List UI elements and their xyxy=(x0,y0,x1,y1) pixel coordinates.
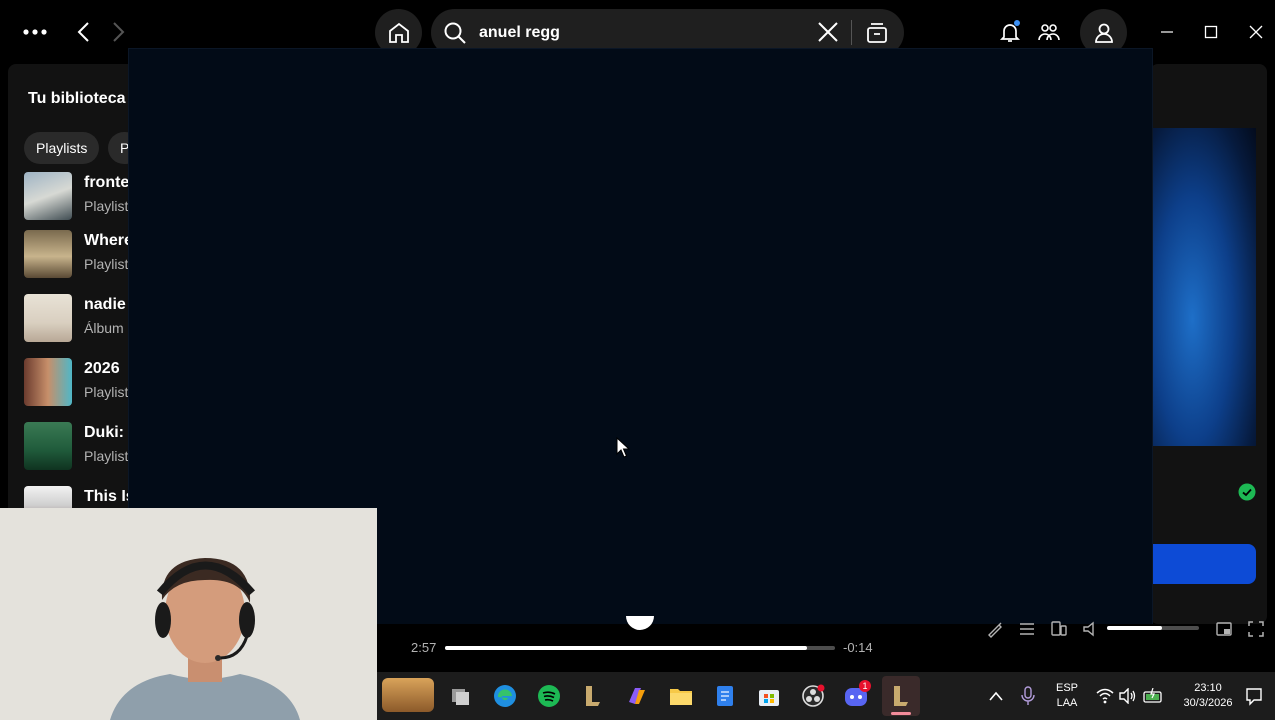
volume-fill xyxy=(1107,626,1163,630)
saved-check-icon[interactable] xyxy=(1238,483,1256,501)
wifi-icon[interactable] xyxy=(1096,688,1114,704)
progress-fill xyxy=(445,646,807,650)
search-divider xyxy=(851,20,852,45)
library-item-type: Playlist xyxy=(84,198,129,214)
clock-time: 23:10 xyxy=(1194,682,1222,694)
keyboard-layout: LAA xyxy=(1056,697,1078,709)
elapsed-time: 2:57 xyxy=(411,640,437,655)
discord-badge: 1 xyxy=(859,680,871,692)
webcam-overlay xyxy=(0,508,377,720)
volume-slider[interactable] xyxy=(1107,626,1199,630)
clock-date: 30/3/2026 xyxy=(1183,697,1233,709)
user-icon xyxy=(1093,22,1115,44)
webcam-person-image xyxy=(0,508,377,720)
notifications-icon[interactable] xyxy=(998,20,1022,44)
progress-bar[interactable] xyxy=(445,646,835,650)
mini-player-icon[interactable] xyxy=(1215,620,1233,638)
browse-icon[interactable] xyxy=(865,21,889,45)
clock[interactable]: 23:10 30/3/2026 xyxy=(1176,681,1240,711)
battery-icon[interactable] xyxy=(1143,688,1165,704)
language-code: ESP xyxy=(1055,682,1078,694)
task-view-icon[interactable] xyxy=(445,680,477,712)
fullscreen-icon[interactable] xyxy=(1247,620,1265,638)
minimize-icon[interactable] xyxy=(1160,25,1174,39)
microsoft-store-icon[interactable] xyxy=(753,680,785,712)
now-playing-banner[interactable] xyxy=(1150,544,1256,584)
spotify-icon[interactable] xyxy=(533,680,565,712)
library-item-name: 2026 xyxy=(84,360,120,377)
mouse-cursor-icon xyxy=(616,437,630,459)
more-options-icon[interactable] xyxy=(22,22,48,42)
file-explorer-icon[interactable] xyxy=(665,680,697,712)
library-title[interactable]: Tu biblioteca xyxy=(28,90,125,108)
queue-icon[interactable] xyxy=(1018,620,1036,638)
widgets-button[interactable] xyxy=(382,678,434,712)
friend-activity-icon[interactable] xyxy=(1037,20,1061,44)
chip-playlists[interactable]: Playlists xyxy=(24,132,100,164)
playlist-cover xyxy=(24,358,72,406)
obs-icon[interactable] xyxy=(797,680,829,712)
chevron-up-icon[interactable] xyxy=(988,689,1004,703)
playlist-cover xyxy=(24,422,72,470)
playlist-cover xyxy=(24,230,72,278)
now-playing-view-icon[interactable] xyxy=(986,620,1004,638)
search-icon xyxy=(443,21,467,45)
copilot-icon[interactable] xyxy=(621,680,653,712)
notification-center-icon[interactable] xyxy=(1245,686,1263,706)
now-playing-panel xyxy=(1150,64,1267,624)
microphone-icon[interactable] xyxy=(1020,686,1036,706)
forward-arrow-icon[interactable] xyxy=(108,21,128,43)
back-arrow-icon[interactable] xyxy=(74,21,94,43)
discord-icon[interactable]: 1 xyxy=(841,680,873,712)
league-game-icon[interactable] xyxy=(882,676,920,716)
album-cover xyxy=(24,294,72,342)
speaker-icon[interactable] xyxy=(1119,688,1137,704)
play-pause-button[interactable] xyxy=(626,616,654,630)
language-indicator[interactable]: ESP LAA xyxy=(1050,681,1084,711)
close-window-icon[interactable] xyxy=(1249,25,1263,39)
library-item-name: nadie xyxy=(84,296,126,313)
now-playing-artwork xyxy=(1150,128,1256,446)
league-client-icon[interactable] xyxy=(577,680,609,712)
maximize-icon[interactable] xyxy=(1204,25,1218,39)
volume-icon[interactable] xyxy=(1082,620,1100,638)
library-item-name: Where xyxy=(84,232,133,249)
active-indicator xyxy=(891,712,911,715)
library-item-type: Playlist xyxy=(84,256,129,272)
playlist-cover xyxy=(24,172,72,220)
library-item-type: Playlist xyxy=(84,448,129,464)
home-icon xyxy=(387,21,411,45)
remaining-time: -0:14 xyxy=(843,640,873,655)
notepad-icon[interactable] xyxy=(709,680,741,712)
connect-device-icon[interactable] xyxy=(1050,620,1068,638)
library-item-type: Playlist xyxy=(84,384,129,400)
edge-icon[interactable] xyxy=(489,680,521,712)
clear-search-icon[interactable] xyxy=(817,21,839,43)
library-item-name: fronte xyxy=(84,174,130,191)
library-item-type: Álbum xyxy=(84,320,124,336)
